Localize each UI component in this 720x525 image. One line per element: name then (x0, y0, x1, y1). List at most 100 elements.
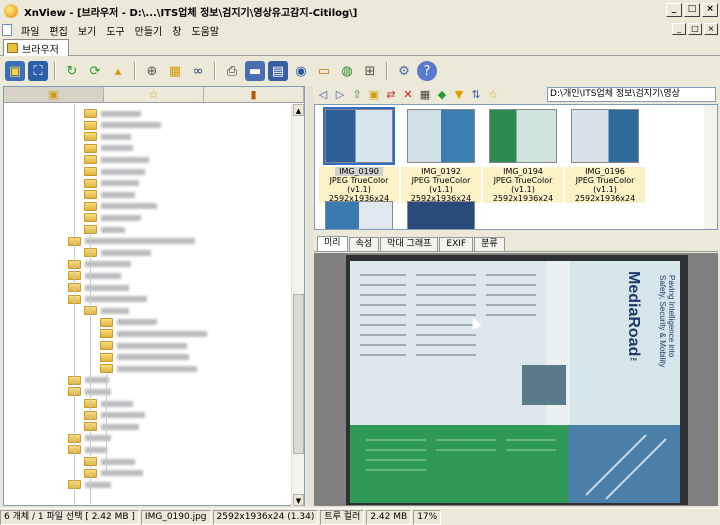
forward-arrow-icon[interactable]: ▷ (333, 88, 347, 102)
menu-file[interactable]: 파일 (16, 23, 44, 38)
tab-exif[interactable]: EXIF (439, 237, 474, 251)
new-folder-icon[interactable]: ▣ (367, 88, 381, 102)
web-icon[interactable]: ◍ (337, 61, 357, 81)
tree-folder-item[interactable] (84, 410, 145, 421)
document-icon[interactable] (2, 24, 12, 36)
thumbnail-item[interactable] (319, 197, 399, 229)
camera-icon[interactable]: ◉ (291, 61, 311, 81)
tree-folder-item[interactable] (84, 131, 131, 142)
tree-folder-item[interactable] (84, 189, 135, 200)
tree-folder-item[interactable] (84, 108, 141, 119)
thumbnail-item[interactable]: IMG_0190 JPEG TrueColor (v1.1) 2592x1936… (319, 105, 399, 203)
tree-folder-item[interactable] (84, 456, 135, 467)
filter-icon[interactable]: ▼ (452, 88, 466, 102)
tree-folder-item[interactable] (84, 120, 161, 131)
thumbnail-image[interactable] (407, 201, 475, 229)
thumbnail-image[interactable] (325, 201, 393, 229)
thumbnail-image[interactable] (407, 109, 475, 163)
scrollbar-thumb[interactable] (293, 294, 304, 454)
tree-folder-item[interactable] (84, 154, 149, 165)
screen-icon[interactable]: ▭ (314, 61, 334, 81)
view-mode-icon[interactable]: ▦ (418, 88, 432, 102)
move-icon[interactable]: ⇄ (384, 88, 398, 102)
slideshow-icon[interactable]: ▤ (268, 61, 288, 81)
tree-folder-item[interactable] (84, 421, 139, 432)
scroll-up-arrow-icon[interactable]: ▲ (293, 104, 304, 116)
tab-browser[interactable]: 브라우저 (3, 39, 69, 56)
tree-folder-item[interactable] (100, 317, 157, 328)
xnview-app-icon[interactable] (4, 4, 18, 18)
sort-icon[interactable]: ◆ (435, 88, 449, 102)
menu-edit[interactable]: 편집 (44, 23, 72, 38)
thumbnail-image[interactable] (571, 109, 639, 163)
scanner-icon[interactable]: ▬ (245, 61, 265, 81)
folder-up-icon[interactable]: ▴ (108, 61, 128, 81)
pane-splitter[interactable] (307, 86, 313, 506)
tree-folder-item[interactable] (84, 468, 143, 479)
minimize-button[interactable]: _ (666, 3, 682, 17)
tree-folder-item[interactable] (100, 328, 207, 339)
sync-icon[interactable]: ⇅ (469, 88, 483, 102)
folder-tree[interactable] (4, 104, 292, 506)
thumbnail-image[interactable] (489, 109, 557, 163)
grid-icon[interactable]: ⊞ (360, 61, 380, 81)
favorite-star-icon[interactable]: ☆ (486, 88, 500, 102)
child-close-button[interactable]: × (704, 23, 718, 35)
child-minimize-button[interactable]: _ (672, 23, 686, 35)
open-folder-icon[interactable]: ▣ (5, 61, 25, 81)
refresh-green-icon[interactable]: ⟳ (85, 61, 105, 81)
tab-favorites[interactable]: ☆ (104, 87, 204, 102)
close-button[interactable]: × (702, 3, 718, 17)
binoculars-icon[interactable]: ∞ (188, 61, 208, 81)
folder-tools-icon[interactable]: ▦ (165, 61, 185, 81)
menu-view[interactable]: 보기 (73, 23, 101, 38)
zoom-icon[interactable]: ⊕ (142, 61, 162, 81)
tree-folder-item[interactable] (100, 352, 189, 363)
preview-photo[interactable]: MediaRoad™ Paving Intelligence into Safet… (346, 255, 688, 505)
thumbnail-item[interactable]: IMG_0192 JPEG TrueColor (v1.1) 2592x1936… (401, 105, 481, 203)
path-combobox[interactable]: D:\개인\ITS업체 정보\검지기\영상 (547, 87, 716, 102)
tree-folder-item[interactable] (68, 259, 131, 270)
gear-icon[interactable]: ⚙ (394, 61, 414, 81)
refresh-icon[interactable]: ↻ (62, 61, 82, 81)
maximize-button[interactable]: □ (684, 3, 700, 17)
print-icon[interactable]: ⎙ (222, 61, 242, 81)
thumbnail-image[interactable] (323, 107, 395, 165)
help-icon[interactable]: ? (417, 61, 437, 81)
tree-folder-item[interactable] (84, 212, 141, 223)
up-folder-icon[interactable]: ⇧ (350, 88, 364, 102)
tree-folder-item[interactable] (68, 294, 147, 305)
fullscreen-icon[interactable]: ⛶ (28, 61, 48, 81)
thumbnail-view[interactable]: IMG_0190 JPEG TrueColor (v1.1) 2592x1936… (314, 104, 718, 230)
thumbnail-item[interactable] (401, 197, 481, 229)
menu-create[interactable]: 만들기 (130, 23, 168, 38)
thumbnail-item[interactable]: IMG_0194 JPEG TrueColor (v1.1) 2592x1936… (483, 105, 563, 203)
tree-folder-item[interactable] (68, 236, 195, 247)
delete-icon[interactable]: ✕ (401, 88, 415, 102)
tree-folder-item[interactable] (100, 363, 197, 374)
menu-help[interactable]: 도움말 (186, 23, 224, 38)
tree-folder-item[interactable] (84, 166, 145, 177)
tab-properties[interactable]: 속성 (348, 237, 380, 251)
folder-tree-scrollbar[interactable]: ▲ ▼ (291, 104, 304, 506)
tree-folder-item[interactable] (84, 201, 157, 212)
tree-folder-item[interactable] (68, 282, 129, 293)
tree-folder-item[interactable] (84, 178, 139, 189)
image-preview[interactable]: MediaRoad™ Paving Intelligence into Safet… (314, 253, 718, 506)
back-arrow-icon[interactable]: ◁ (316, 88, 330, 102)
tab-category[interactable]: 분류 (474, 237, 505, 251)
thumbnail-item[interactable]: IMG_0196 JPEG TrueColor (v1.1) 2592x1936… (565, 105, 645, 203)
menu-tools[interactable]: 도구 (101, 23, 129, 38)
scroll-down-arrow-icon[interactable]: ▼ (293, 494, 304, 506)
tree-folder-item[interactable] (84, 143, 133, 154)
child-restore-button[interactable]: □ (688, 23, 702, 35)
tab-preview[interactable]: 미리 (317, 236, 348, 251)
tree-folder-item[interactable] (84, 247, 151, 258)
tree-folder-item[interactable] (68, 270, 121, 281)
tab-folders[interactable]: ▣ (4, 87, 104, 102)
menu-window[interactable]: 창 (167, 23, 186, 38)
tab-histogram[interactable]: 막대 그래프 (380, 237, 439, 251)
tab-categories[interactable]: ▮ (204, 87, 304, 102)
tree-folder-item[interactable] (84, 398, 133, 409)
thumbnail-scrollbar[interactable] (704, 105, 717, 229)
